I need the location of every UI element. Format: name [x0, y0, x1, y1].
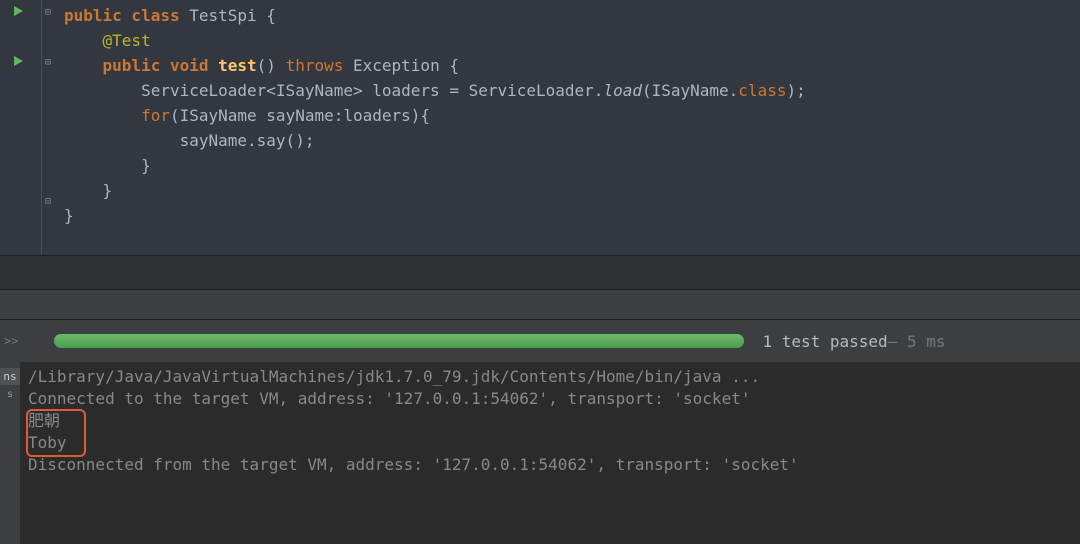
code-token: class — [738, 81, 786, 100]
test-progress-fill — [54, 334, 744, 348]
console-output[interactable]: /Library/Java/JavaVirtualMachines/jdk1.7… — [20, 362, 1080, 544]
side-tab-label[interactable]: ns — [0, 368, 19, 385]
console-line: 肥朝 — [28, 411, 60, 430]
code-token: public class — [64, 6, 189, 25]
console-line: Toby — [28, 433, 67, 452]
code-token: TestSpi { — [189, 6, 276, 25]
code-token: load — [603, 81, 642, 100]
console-line: Disconnected from the target VM, address… — [28, 455, 799, 474]
code-token: sayName.say(); — [64, 131, 314, 150]
code-token: Exception { — [353, 56, 459, 75]
code-token: } — [64, 206, 74, 225]
code-token — [64, 106, 141, 125]
fold-open-icon[interactable]: ⊟ — [45, 57, 57, 69]
code-content[interactable]: public class TestSpi { @Test public void… — [64, 0, 1080, 255]
side-tab-secondary[interactable]: s — [7, 389, 13, 400]
code-token — [64, 31, 103, 50]
code-method: test — [218, 56, 257, 75]
fold-close-icon[interactable]: ⊟ — [45, 196, 57, 208]
code-token: (ISayName sayName:loaders){ — [170, 106, 430, 125]
code-token — [64, 56, 103, 75]
code-annotation: @Test — [103, 31, 151, 50]
code-token: public void — [103, 56, 219, 75]
expand-icon[interactable]: >> — [0, 334, 18, 348]
console-line: /Library/Java/JavaVirtualMachines/jdk1.7… — [28, 367, 760, 386]
panel-gap — [0, 290, 1080, 298]
run-test-icon[interactable] — [14, 6, 30, 22]
code-token: ); — [786, 81, 805, 100]
test-passed-label: 1 test passed — [762, 332, 887, 351]
side-tabs[interactable]: ns s — [0, 362, 20, 544]
fold-open-icon[interactable]: ⊟ — [45, 7, 57, 19]
code-token: (ISayName. — [642, 81, 738, 100]
code-token: ServiceLoader<ISayName> loaders = Servic… — [64, 81, 603, 100]
panel-toolbar[interactable] — [0, 298, 1080, 320]
code-token: } — [64, 181, 112, 200]
run-test-icon[interactable] — [14, 56, 30, 72]
console-panel: ns s /Library/Java/JavaVirtualMachines/j… — [0, 362, 1080, 544]
editor-divider — [0, 255, 1080, 290]
test-status-bar: >> 1 test passed – 5 ms — [0, 320, 1080, 362]
console-line: Connected to the target VM, address: '12… — [28, 389, 750, 408]
code-token: () — [257, 56, 286, 75]
editor-gutter — [0, 0, 42, 255]
code-token: throws — [286, 56, 353, 75]
fold-column: ⊟ ⊟ ⊟ — [42, 0, 64, 255]
code-token: } — [64, 156, 151, 175]
test-progress-bar — [54, 334, 744, 348]
code-token: for — [141, 106, 170, 125]
test-time-label: – 5 ms — [888, 332, 946, 351]
code-editor[interactable]: ⊟ ⊟ ⊟ public class TestSpi { @Test publi… — [0, 0, 1080, 255]
